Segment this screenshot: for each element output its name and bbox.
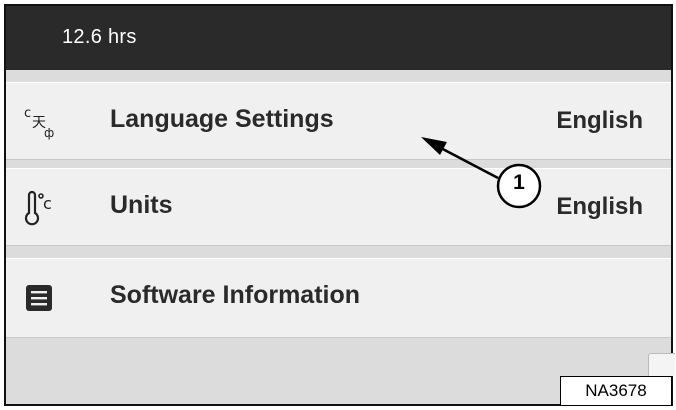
corner-tab bbox=[648, 353, 675, 376]
units-row[interactable]: c Units English bbox=[6, 168, 671, 246]
reference-code: NA3678 bbox=[560, 376, 672, 406]
document-info-icon bbox=[26, 285, 52, 311]
callout-number: 1 bbox=[513, 171, 525, 194]
language-settings-value: English bbox=[556, 107, 643, 134]
status-bar: 12.6 hrs bbox=[6, 6, 671, 70]
svg-text:c: c bbox=[24, 106, 31, 121]
language-icon: c 天 ф bbox=[24, 106, 54, 140]
svg-text:c: c bbox=[43, 194, 52, 213]
thermometer-celsius-icon: c bbox=[24, 190, 52, 226]
software-information-row[interactable]: Software Information bbox=[6, 258, 671, 338]
operating-hours: 12.6 hrs bbox=[62, 26, 137, 48]
language-settings-row[interactable]: c 天 ф Language Settings English bbox=[6, 82, 671, 160]
software-information-label: Software Information bbox=[110, 281, 361, 309]
settings-screen: 12.6 hrs c 天 ф Language Settings English… bbox=[4, 4, 673, 406]
units-value: English bbox=[556, 193, 643, 220]
units-label: Units bbox=[110, 191, 173, 219]
language-settings-label: Language Settings bbox=[110, 105, 334, 133]
svg-text:ф: ф bbox=[44, 126, 54, 140]
